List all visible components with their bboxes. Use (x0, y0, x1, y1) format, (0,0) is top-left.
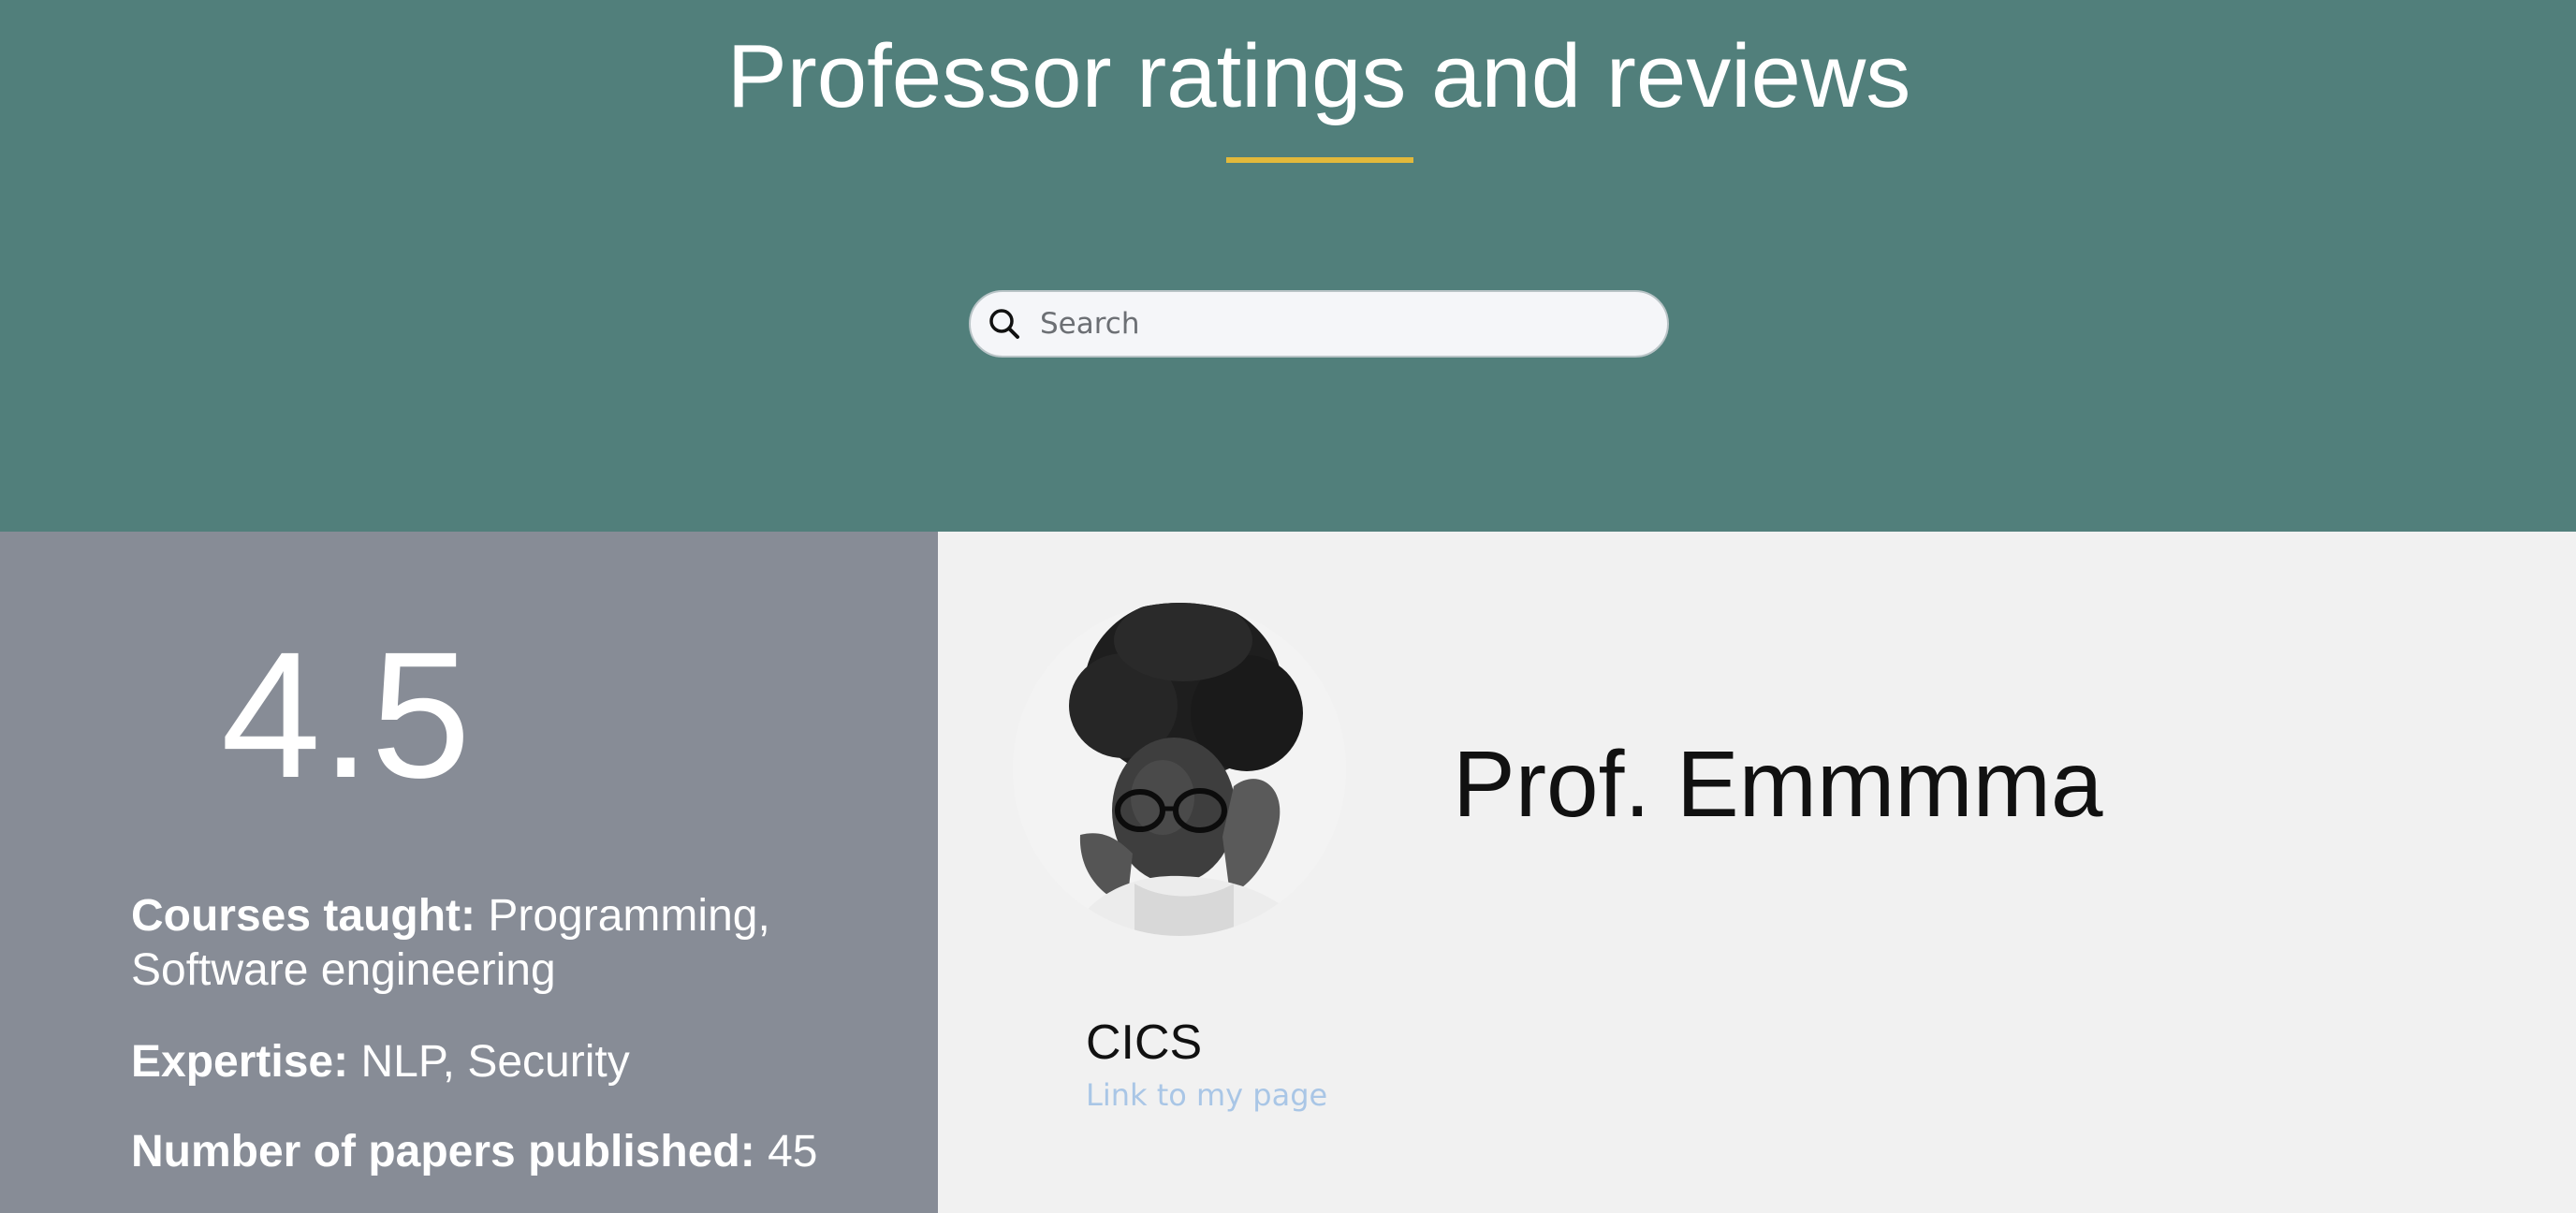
search-icon (984, 303, 1027, 346)
summary-panel: 4.5 Courses taught: Programming, Softwar… (0, 532, 938, 1213)
papers-value: 45 (768, 1127, 818, 1176)
search-input[interactable] (1040, 292, 1639, 356)
search-box[interactable] (969, 290, 1669, 358)
profile-panel: Prof. Emmmma CICS Link to my page (938, 532, 2576, 1213)
papers-label: Number of papers published: (131, 1127, 755, 1176)
department: CICS (1086, 1016, 1203, 1070)
expertise-value: NLP, Security (360, 1037, 630, 1087)
page-title: Professor ratings and reviews (726, 26, 1911, 126)
papers-published: Number of papers published: 45 (131, 1125, 899, 1179)
header: Professor ratings and reviews (0, 0, 2576, 532)
expertise: Expertise: NLP, Security (131, 1035, 899, 1089)
avatar (1013, 603, 1346, 936)
title-underline (1226, 157, 1413, 163)
rating-score: 4.5 (221, 614, 471, 815)
professor-name: Prof. Emmmma (1453, 732, 2103, 837)
courses-taught: Courses taught: Programming, Software en… (131, 889, 899, 998)
expertise-label: Expertise: (131, 1037, 349, 1087)
page: Professor ratings and reviews 4.5 Course… (0, 0, 2576, 1213)
courses-label: Courses taught: (131, 891, 476, 941)
personal-page-link[interactable]: Link to my page (1086, 1076, 1327, 1114)
